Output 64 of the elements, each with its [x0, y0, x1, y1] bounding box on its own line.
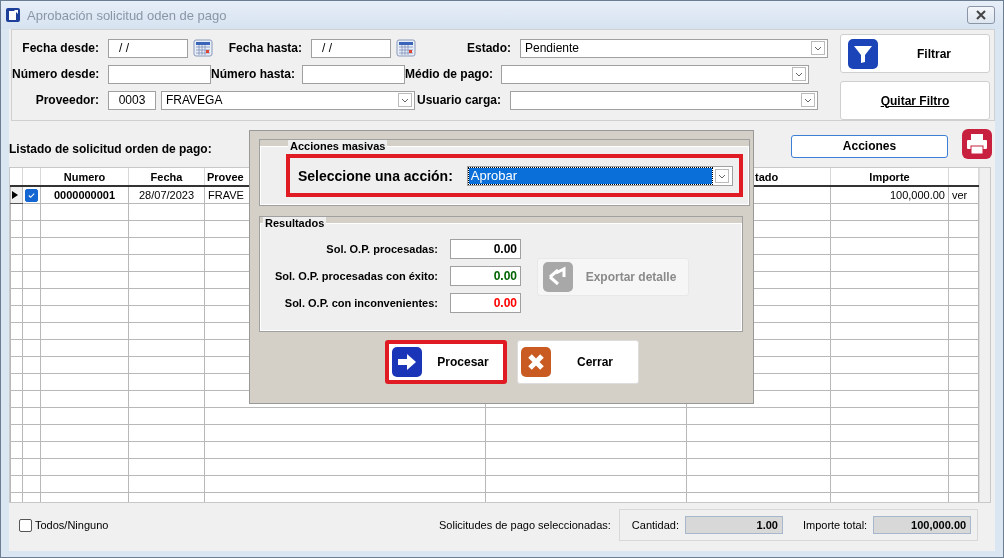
- date-field[interactable]: / /: [311, 38, 391, 58]
- window-title: Aprobación solicitud oden de pago: [27, 7, 228, 23]
- table-cell: 28/07/2023: [138, 189, 195, 201]
- result-field: 0.00: [450, 293, 522, 313]
- number-field[interactable]: [108, 64, 211, 84]
- process-button[interactable]: Procesar: [385, 340, 507, 384]
- group-title: Acciones masivas: [288, 140, 388, 152]
- total-amount-label: Importe total:: [802, 519, 868, 531]
- field-label: Número hasta:: [211, 67, 297, 81]
- field-label: Número desde:: [12, 67, 101, 81]
- number-field[interactable]: [302, 64, 405, 84]
- scrollbar[interactable]: [979, 168, 990, 502]
- row-checkbox[interactable]: [25, 188, 38, 202]
- result-field: 0.00: [450, 266, 522, 286]
- action-select[interactable]: Aprobar: [466, 165, 733, 186]
- chevron-down-icon: [811, 41, 825, 55]
- close-icon: [975, 10, 987, 20]
- chevron-down-icon: [792, 67, 806, 81]
- result-label: Sol. O.P. procesadas con éxito:: [275, 270, 439, 282]
- status-select[interactable]: Pendiente: [520, 38, 828, 58]
- action-label: Seleccione una acción:: [298, 167, 453, 184]
- payment-method-select[interactable]: [501, 64, 809, 84]
- chevron-down-icon: [714, 168, 729, 183]
- field-label: Médio de pago:: [405, 67, 494, 81]
- field-label: Fecha hasta:: [227, 41, 303, 55]
- app-icon: [5, 7, 21, 23]
- close-button[interactable]: [967, 6, 995, 24]
- select-all-checkbox[interactable]: Todos/Ninguno: [19, 518, 439, 532]
- chevron-down-icon: [801, 93, 815, 107]
- total-amount-field: 100,000.00: [873, 516, 972, 534]
- column-header: Importe: [830, 168, 949, 186]
- field-label: Fecha desde:: [21, 41, 100, 55]
- quantity-field: 1.00: [684, 516, 783, 534]
- table-cell: FRAVE: [208, 189, 244, 201]
- arrow-right-icon: [391, 346, 423, 378]
- x-icon: [520, 346, 552, 378]
- filter-button[interactable]: Filtrar: [840, 34, 990, 73]
- calendar-icon[interactable]: [396, 38, 416, 58]
- column-header: Fecha: [128, 168, 205, 186]
- column-header: Numero: [40, 168, 129, 186]
- chevron-down-icon: [398, 93, 412, 107]
- field-label: Usuario carga:: [415, 93, 502, 107]
- selected-summary-label: Solicitudes de pago seleccionadas:: [439, 519, 611, 531]
- list-title: Listado de solicitud orden de pago:: [9, 141, 212, 156]
- result-field: 0.00: [450, 239, 522, 259]
- date-field[interactable]: / /: [108, 38, 188, 58]
- result-label: Sol. O.P. procesadas:: [326, 243, 439, 255]
- user-select[interactable]: [510, 90, 818, 110]
- result-label: Sol. O.P. con inconvenientes:: [284, 297, 439, 309]
- supplier-code-field[interactable]: 0003: [108, 90, 156, 110]
- field-label: Estado:: [466, 41, 512, 55]
- checkmark-icon: [27, 190, 36, 200]
- field-label: Proveedor:: [34, 93, 100, 107]
- supplier-select[interactable]: FRAVEGA: [161, 90, 415, 110]
- group-title: Resultados: [263, 217, 327, 229]
- close-dialog-button[interactable]: Cerrar: [517, 340, 639, 384]
- quantity-label: Cantidad:: [631, 519, 679, 531]
- funnel-icon: [847, 37, 879, 70]
- clear-filter-button[interactable]: Quitar Filtro: [840, 81, 990, 120]
- actions-button[interactable]: Acciones: [791, 134, 948, 158]
- table-cell: 100,000.00: [889, 189, 945, 201]
- printer-icon[interactable]: [961, 128, 993, 160]
- table-cell: 0000000001: [53, 189, 116, 201]
- calendar-icon[interactable]: [193, 38, 213, 58]
